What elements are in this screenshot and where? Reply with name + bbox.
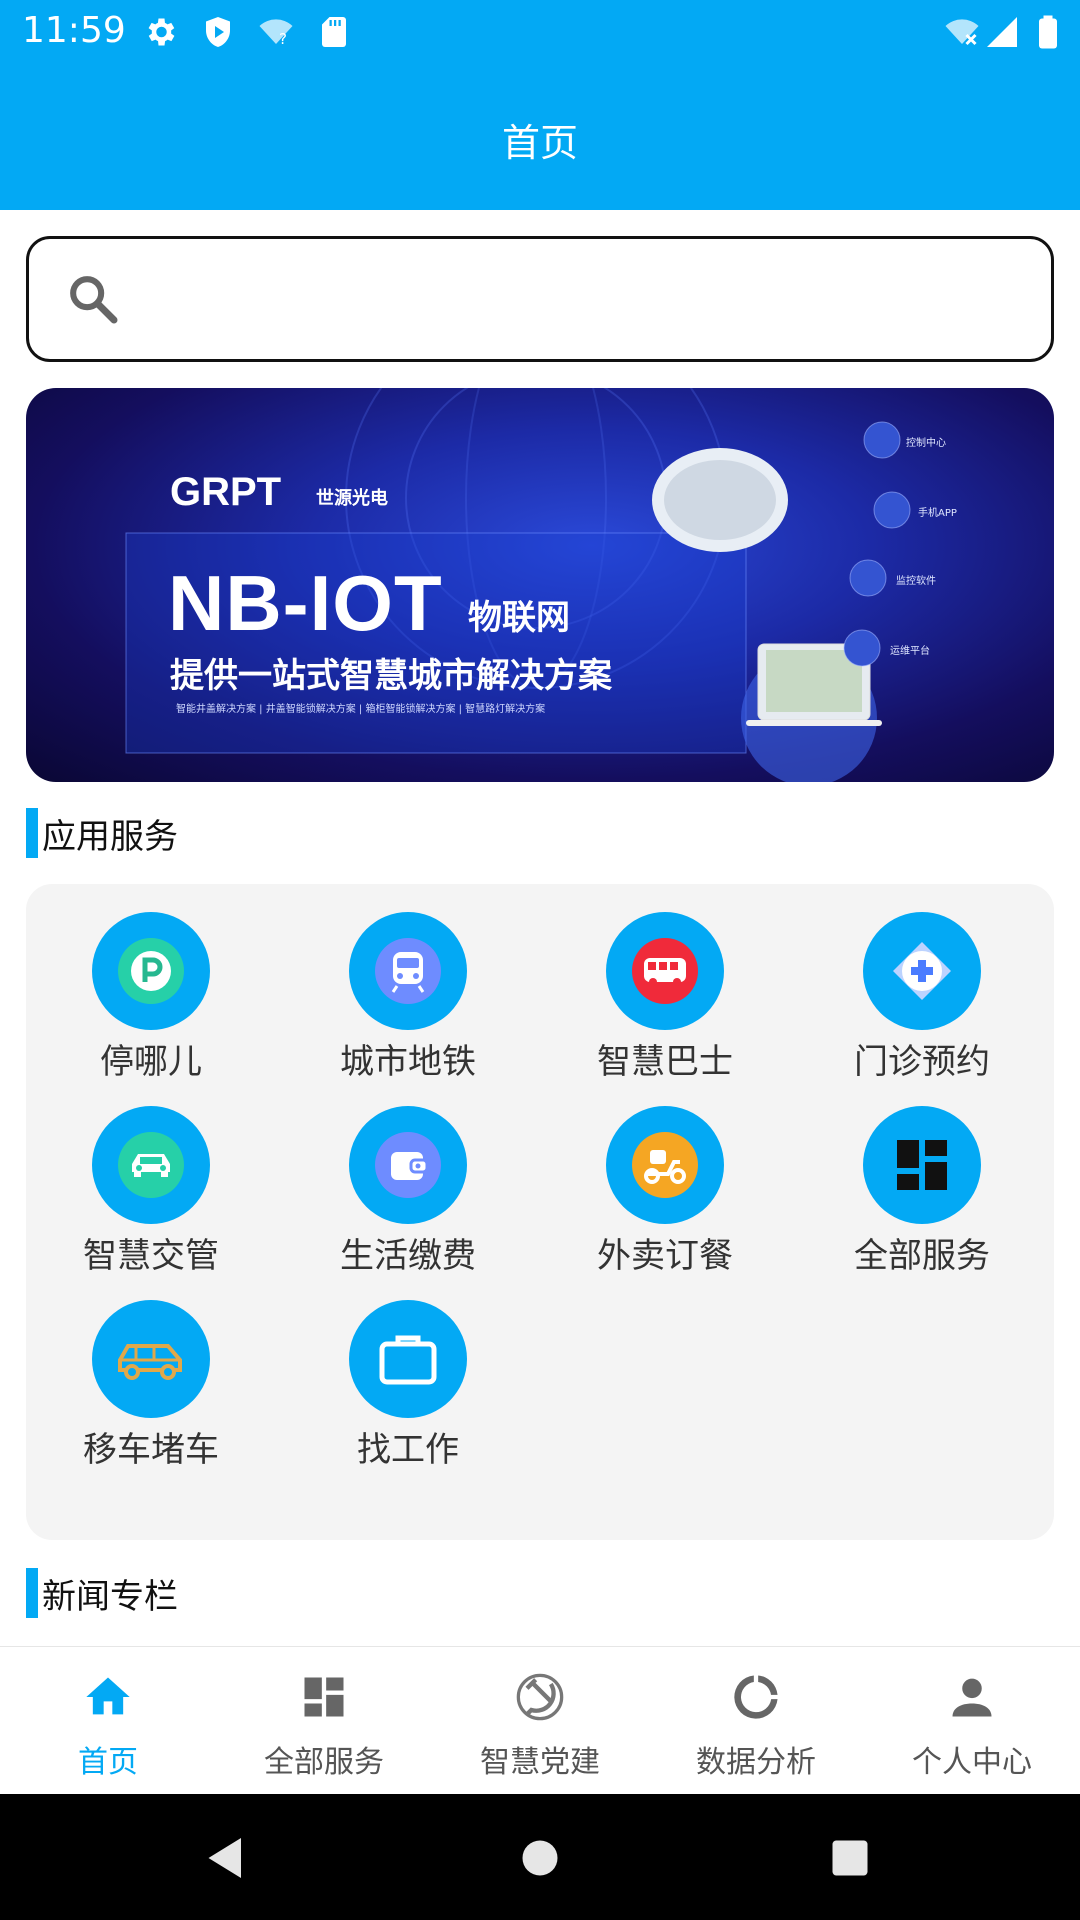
- briefcase-icon: [379, 1335, 437, 1385]
- nav-label: 数据分析: [696, 1745, 816, 1780]
- section-accent-bar: [26, 808, 38, 858]
- promo-banner[interactable]: GRPT 世源光电 NB-IOT 物联网 提供一站式智慧城市解决方案 智能井盖解…: [26, 388, 1054, 782]
- service-icon-circle: [606, 1106, 724, 1224]
- banner-label: 运维平台: [890, 646, 930, 657]
- signal-icon: [987, 17, 1017, 47]
- service-label: 智慧交管: [83, 1236, 219, 1276]
- shield-icon: [206, 17, 230, 47]
- service-icon-circle: [92, 1106, 210, 1224]
- donut-chart-icon: [734, 1675, 778, 1719]
- nav-home[interactable]: 首页: [0, 1647, 216, 1795]
- bottom-nav: 首页 全部服务 智慧党建 数据分析 个人中心: [0, 1646, 1080, 1794]
- service-icon-circle: [863, 912, 981, 1030]
- gear-icon: [148, 18, 175, 46]
- bus-icon: [632, 938, 698, 1004]
- banner-headline: NB-IOT: [168, 559, 443, 647]
- nav-data-analysis[interactable]: 数据分析: [648, 1647, 864, 1795]
- home-circle-icon[interactable]: [510, 1828, 570, 1888]
- service-label: 城市地铁: [340, 1042, 476, 1082]
- top-bar: 11:59 ? 首页: [0, 0, 1080, 210]
- service-food-delivery[interactable]: 外卖订餐: [555, 1106, 775, 1296]
- nav-label: 智慧党建: [480, 1745, 600, 1780]
- wallet-icon: [375, 1132, 441, 1198]
- service-bus[interactable]: 智慧巴士: [555, 912, 775, 1102]
- service-label: 全部服务: [854, 1236, 990, 1276]
- service-icon-circle: [606, 912, 724, 1030]
- services-section-title: 应用服务: [26, 808, 178, 858]
- news-section-title: 新闻专栏: [26, 1568, 178, 1618]
- screen: 11:59 ? 首页 GRPT 世源光电 NB-IOT 物联网 提供一站式智慧城…: [0, 0, 1080, 1920]
- page-title: 首页: [501, 121, 578, 165]
- service-jobs[interactable]: 找工作: [298, 1300, 518, 1490]
- metro-icon: [375, 938, 441, 1004]
- nav-party-building[interactable]: 智慧党建: [432, 1647, 648, 1795]
- nav-label: 个人中心: [912, 1745, 1032, 1780]
- service-move-car[interactable]: 移车堵车: [41, 1300, 261, 1490]
- service-payment[interactable]: 生活缴费: [298, 1106, 518, 1296]
- service-label: 门诊预约: [854, 1042, 990, 1082]
- scooter-icon: [632, 1132, 698, 1198]
- banner-subline: 智能井盖解决方案 | 井盖智能锁解决方案 | 箱柜智能锁解决方案 | 智慧路灯解…: [176, 704, 546, 715]
- search-input[interactable]: [149, 263, 1009, 337]
- service-label: 找工作: [357, 1430, 459, 1470]
- nav-label: 全部服务: [264, 1745, 384, 1780]
- car-icon: [118, 1132, 184, 1198]
- service-clinic[interactable]: 门诊预约: [812, 912, 1032, 1102]
- car-outline-icon: [118, 1344, 182, 1380]
- banner-headline-cn: 物联网: [468, 598, 570, 638]
- status-bar: 11:59 ?: [0, 0, 1080, 62]
- service-label: 生活缴费: [340, 1236, 476, 1276]
- services-grid: 停哪儿 城市地铁 智慧巴士 门诊预约 智慧交管 生活缴费 外卖订餐 全部服务 移…: [26, 884, 1054, 1540]
- banner-subtitle: 提供一站式智慧城市解决方案: [170, 656, 612, 696]
- banner-label: 手机APP: [918, 508, 957, 519]
- banner-brand-cn: 世源光电: [316, 488, 388, 509]
- service-metro[interactable]: 城市地铁: [298, 912, 518, 1102]
- service-icon-circle: [349, 1106, 467, 1224]
- service-icon-circle: [92, 912, 210, 1030]
- sd-card-icon: [322, 17, 346, 47]
- service-icon-circle: [349, 1300, 467, 1418]
- banner-label: 监控软件: [896, 576, 936, 587]
- battery-icon: [1039, 15, 1057, 49]
- service-icon-circle: [92, 1300, 210, 1418]
- recents-icon[interactable]: [820, 1828, 880, 1888]
- nav-profile[interactable]: 个人中心: [864, 1647, 1080, 1795]
- service-label: 停哪儿: [100, 1042, 202, 1082]
- back-icon[interactable]: [196, 1828, 256, 1888]
- search-box[interactable]: [26, 236, 1054, 362]
- section-accent-bar: [26, 1568, 38, 1618]
- nav-label: 首页: [78, 1745, 138, 1780]
- wifi-question-icon: ?: [259, 19, 293, 48]
- service-icon-circle: [863, 1106, 981, 1224]
- wifi-off-icon: [945, 19, 979, 46]
- medical-cross-icon: [893, 942, 951, 1000]
- banner-label: 控制中心: [906, 438, 946, 449]
- service-icon-circle: [349, 912, 467, 1030]
- hammer-sickle-icon: [516, 1673, 564, 1721]
- banner-brand: GRPT: [170, 470, 282, 514]
- section-title-text: 应用服务: [42, 816, 178, 857]
- status-time: 11:59: [22, 10, 126, 51]
- dashboard-icon: [304, 1677, 344, 1717]
- service-label: 外卖订餐: [597, 1236, 733, 1276]
- service-traffic[interactable]: 智慧交管: [41, 1106, 261, 1296]
- service-parking[interactable]: 停哪儿: [41, 912, 261, 1102]
- svg-text:?: ?: [279, 30, 287, 48]
- service-label: 移车堵车: [83, 1430, 219, 1470]
- system-nav-bar: [0, 1794, 1080, 1920]
- nav-all-services[interactable]: 全部服务: [216, 1647, 432, 1795]
- person-icon: [952, 1678, 992, 1717]
- service-label: 智慧巴士: [597, 1042, 733, 1082]
- home-icon: [86, 1677, 130, 1715]
- grid-icon: [897, 1140, 947, 1190]
- service-all[interactable]: 全部服务: [812, 1106, 1032, 1296]
- section-title-text: 新闻专栏: [42, 1576, 178, 1617]
- search-icon[interactable]: [65, 271, 121, 327]
- parking-icon: [118, 938, 184, 1004]
